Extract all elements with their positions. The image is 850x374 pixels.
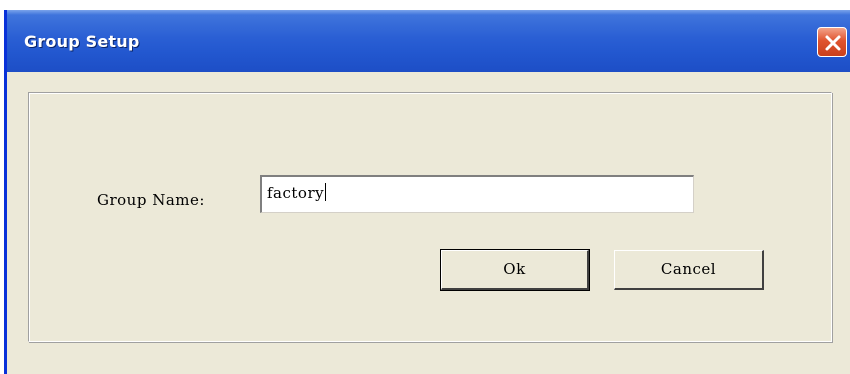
ok-button[interactable]: Ok bbox=[440, 249, 590, 291]
screen: Group Setup Group Name: factory Ok Cance… bbox=[0, 0, 850, 374]
group-name-label: Group Name: bbox=[97, 191, 205, 209]
title-bar[interactable]: Group Setup bbox=[7, 10, 850, 72]
cancel-button[interactable]: Cancel bbox=[614, 250, 764, 290]
group-frame bbox=[28, 92, 832, 342]
group-name-input[interactable]: factory bbox=[260, 175, 694, 213]
group-name-value: factory bbox=[267, 184, 325, 202]
text-caret bbox=[325, 183, 327, 201]
close-button[interactable] bbox=[817, 27, 847, 57]
close-icon bbox=[825, 35, 841, 51]
window-title: Group Setup bbox=[24, 32, 140, 51]
